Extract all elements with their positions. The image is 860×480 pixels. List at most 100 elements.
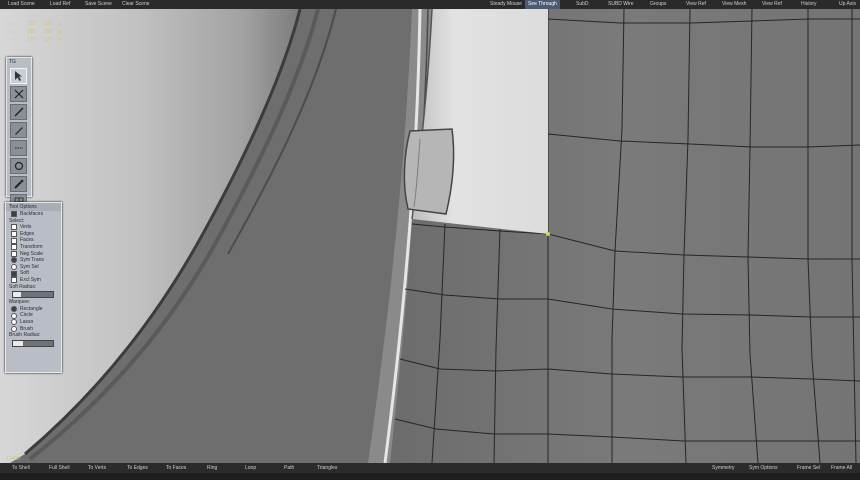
to-faces-button[interactable]: To Faces: [166, 463, 186, 473]
selected-vertex[interactable]: [546, 232, 550, 236]
stats-row-verts: Verts 225 225 1: [4, 20, 68, 28]
sym-options-button[interactable]: Sym Options: [749, 463, 778, 473]
soft-checkbox[interactable]: Soft: [6, 270, 61, 277]
clear-scene-button[interactable]: Clear Scene: [122, 0, 150, 9]
steady-mouse-button[interactable]: Steady Mouse: [490, 0, 522, 9]
checkbox-label: Verts: [20, 224, 32, 231]
stats-label: Verts: [7, 21, 19, 27]
excl-sym-checkbox[interactable]: Excl Sym: [6, 277, 61, 284]
checkbox-label: Excl Sym: [20, 276, 41, 283]
full-shell-button[interactable]: Full Shell: [49, 463, 70, 473]
view-ref-button[interactable]: View Ref: [686, 0, 706, 9]
select-tool-button[interactable]: [10, 68, 27, 84]
view-ref-button-2[interactable]: View Ref: [762, 0, 782, 9]
up-axis-button[interactable]: Up Axis: [839, 0, 856, 9]
brush-radius-slider[interactable]: [12, 339, 54, 347]
path-button[interactable]: Path: [284, 463, 294, 473]
checkbox-label: Backfaces: [20, 211, 44, 217]
transform-checkbox[interactable]: Transform: [6, 244, 61, 251]
top-toolbar: Load Scene Load Ref Save Scene Clear Sce…: [0, 0, 860, 9]
radio-label: Circle: [20, 312, 33, 319]
link-tool-button[interactable]: [10, 140, 27, 156]
radio-dot: [11, 312, 17, 319]
checkbox-box: [11, 277, 17, 284]
brush-tool-button[interactable]: [10, 176, 27, 192]
tool-group-title: TG: [9, 59, 16, 65]
knife-icon: [13, 107, 24, 117]
mesh-stats: Num Vis Sel Verts 225 225 1 Edges 392 39…: [4, 12, 68, 44]
marquee-rectangle-radio[interactable]: Rectangle: [6, 306, 61, 313]
radio-dot: [11, 264, 17, 271]
checkbox-label: Transform: [20, 243, 43, 250]
radio-dot: [11, 325, 17, 332]
checkbox-label: Edges: [20, 230, 35, 237]
coordinate-readout: 13480: [6, 456, 20, 462]
grab-tool-button[interactable]: [10, 158, 27, 174]
tool-options-title: Tool Options: [6, 203, 61, 211]
save-scene-button[interactable]: Save Scene: [85, 0, 112, 9]
sym-trans-radio[interactable]: Sym Trans: [6, 257, 61, 264]
see-through-button[interactable]: See Through: [525, 0, 560, 9]
subd-wire-button[interactable]: SUBD Wire: [608, 0, 634, 9]
tool-options-panel: Tool Options Backfaces Select: Verts Edg…: [5, 202, 62, 373]
load-ref-button[interactable]: Load Ref: [50, 0, 70, 9]
select-edges-checkbox[interactable]: Edges: [6, 231, 61, 238]
marquee-label: Marquee:: [9, 299, 31, 306]
checkbox-box: [11, 237, 17, 244]
stats-header-num: Num: [27, 13, 38, 19]
symmetry-button[interactable]: Symmetry: [712, 463, 735, 473]
grab-icon: [14, 161, 23, 171]
stats-vis: 225: [43, 21, 53, 27]
stats-row-faces: Faces 170 170 0: [4, 36, 68, 44]
groups-button[interactable]: Groups: [650, 0, 666, 9]
stats-sel: 0: [58, 37, 61, 43]
marquee-circle-radio[interactable]: Circle: [6, 312, 61, 319]
checkbox-box: [11, 224, 17, 231]
marquee-lasso-radio[interactable]: Lasso: [6, 319, 61, 326]
marquee-brush-radio[interactable]: Brush: [6, 326, 61, 333]
radio-label: Brush: [20, 325, 34, 332]
bottom-toolbar: To Shell Full Shell To Verts To Edges To…: [0, 463, 860, 473]
checkbox-label: Neg Scale: [20, 250, 44, 257]
checkbox-box: [11, 231, 17, 238]
soft-radius-label: Soft Radius:: [9, 283, 37, 290]
sym-sel-radio[interactable]: Sym Sel: [6, 264, 61, 271]
frame-all-button[interactable]: Frame All: [831, 463, 852, 473]
to-shell-button[interactable]: To Shell: [12, 463, 30, 473]
stats-header-vis: Vis: [44, 13, 52, 19]
select-verts-checkbox[interactable]: Verts: [6, 224, 61, 231]
neg-scale-checkbox[interactable]: Neg Scale: [6, 251, 61, 258]
select-arrow-icon: [14, 71, 22, 81]
pocket-flap: [403, 128, 455, 215]
soft-radius-slider[interactable]: [12, 291, 54, 299]
pencil-icon: [14, 127, 23, 135]
history-button[interactable]: History: [801, 0, 817, 9]
stats-vis: 392: [43, 29, 53, 35]
triangles-button[interactable]: Triangles: [317, 463, 337, 473]
cut-tool-button[interactable]: [10, 86, 27, 102]
select-label: Select:: [9, 217, 25, 224]
view-mesh-button[interactable]: View Mesh: [722, 0, 746, 9]
radio-label: Sym Sel: [20, 263, 39, 270]
knife-tool-button[interactable]: [10, 104, 27, 120]
brush-radius-label: Brush Radius:: [9, 332, 41, 339]
checkbox-box: [11, 250, 17, 257]
stats-num: 392: [27, 29, 36, 35]
radio-dot: [11, 319, 17, 326]
ring-button[interactable]: Ring: [207, 463, 217, 473]
3d-viewport[interactable]: [0, 9, 860, 463]
radio-label: Lasso: [20, 318, 34, 325]
to-verts-button[interactable]: To Verts: [88, 463, 106, 473]
load-scene-button[interactable]: Load Scene: [8, 0, 35, 9]
loop-button[interactable]: Loop: [245, 463, 256, 473]
frame-sel-button[interactable]: Frame Sel: [797, 463, 820, 473]
select-faces-checkbox[interactable]: Faces: [6, 237, 61, 244]
slider-fill: [13, 292, 21, 298]
stats-label: Edges: [7, 29, 22, 35]
pencil-tool-button[interactable]: [10, 122, 27, 138]
status-bar: [0, 473, 860, 480]
subd-button[interactable]: SubD: [576, 0, 589, 9]
stats-vis: 170: [43, 37, 53, 43]
backfaces-checkbox[interactable]: Backfaces: [6, 211, 61, 218]
to-edges-button[interactable]: To Edges: [127, 463, 148, 473]
